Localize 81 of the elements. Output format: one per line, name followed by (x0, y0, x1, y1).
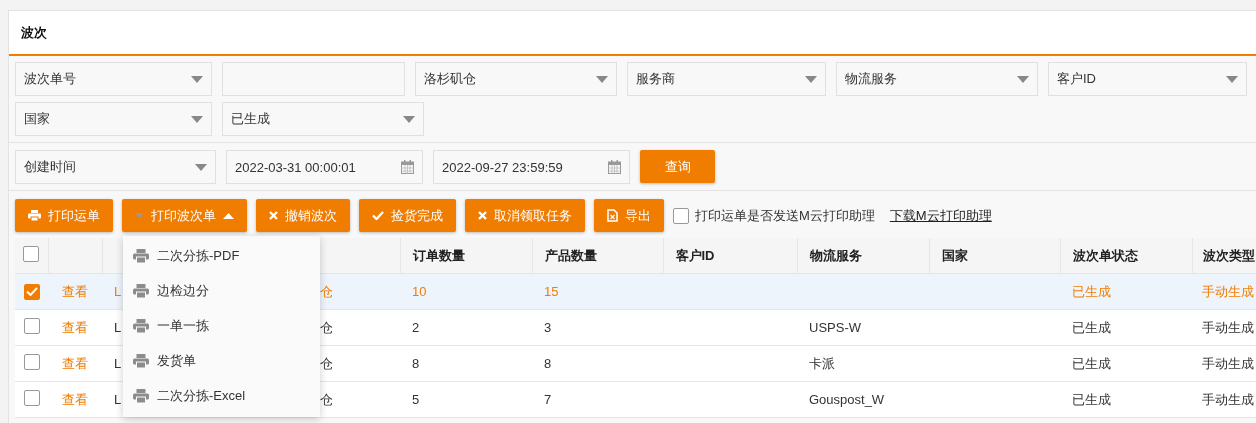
table-cell: 仓 (320, 283, 333, 299)
date-field[interactable]: 2022-03-31 00:00:01 (226, 150, 423, 184)
table-cell: L (114, 392, 122, 407)
printer-icon (28, 210, 41, 221)
row-checkbox[interactable] (23, 283, 40, 300)
row-checkbox[interactable] (23, 318, 40, 334)
column-header: 订单数量 (412, 247, 465, 263)
table-cell: 仓 (320, 391, 333, 407)
column-header: 客户ID (675, 247, 715, 263)
menu-item[interactable]: 边检边分 (123, 273, 320, 308)
text-field[interactable] (222, 62, 405, 96)
select-field[interactable]: 客户ID (1048, 62, 1247, 96)
select-field[interactable]: 波次单号 (15, 62, 212, 96)
check-icon (372, 211, 384, 220)
row-checkbox[interactable] (23, 390, 40, 406)
column-header: 物流服务 (809, 247, 862, 263)
table-cell: 10 (412, 284, 427, 299)
select-field[interactable]: 已生成 (222, 102, 424, 136)
calendar-icon (401, 160, 414, 174)
menu-item[interactable]: 二次分拣-PDF (123, 238, 320, 273)
caret-down-icon (135, 213, 144, 218)
printer-icon (133, 283, 149, 298)
table-cell: 卡派 (809, 355, 835, 371)
table-cell: 手动生成 (1202, 391, 1254, 407)
table-cell: 5 (412, 392, 420, 407)
table-cell: 已生成 (1072, 391, 1111, 407)
menu-item[interactable]: 一单一拣 (123, 308, 320, 343)
table-cell: 手动生成 (1202, 283, 1254, 299)
table-cell: L (114, 320, 122, 335)
table-cell: Gouspost_W (809, 392, 885, 407)
table-cell: 3 (544, 320, 552, 335)
table-cell: 2 (412, 320, 420, 335)
dropdown-arrow-icon (191, 75, 203, 83)
calendar-icon (608, 160, 621, 174)
column-header: 波次单状态 (1072, 247, 1138, 263)
table-cell: 仓 (320, 355, 333, 371)
table-cell: 仓 (320, 319, 333, 335)
row-checkbox[interactable] (23, 354, 40, 370)
table-cell: 手动生成 (1202, 319, 1254, 335)
table-cell: USPS-W (809, 320, 861, 335)
table-cell: 8 (544, 356, 552, 371)
table-cell: 8 (412, 356, 420, 371)
table-cell: 7 (544, 392, 552, 407)
panel-title: 波次 (21, 23, 47, 42)
close-icon (478, 211, 487, 220)
column-header: 国家 (941, 247, 968, 263)
printer-icon (133, 353, 149, 368)
download-link[interactable]: 下载M云打印助理 (889, 206, 992, 225)
table-cell: L (114, 356, 122, 371)
table-cell: 已生成 (1072, 319, 1111, 335)
column-header: 波次类型 (1202, 247, 1255, 263)
table-cell: L (114, 284, 122, 299)
dropdown-arrow-icon (195, 163, 207, 171)
table-cell: 15 (544, 284, 559, 299)
select-field[interactable]: 洛杉矶仓 (415, 62, 617, 96)
column-header: 产品数量 (544, 247, 597, 263)
table-cell: 手动生成 (1202, 355, 1254, 371)
printer-icon (133, 318, 149, 333)
select-field[interactable]: 物流服务 (836, 62, 1038, 96)
dropdown-arrow-icon (1226, 75, 1238, 83)
select-field[interactable]: 创建时间 (15, 150, 216, 184)
printer-icon (133, 388, 149, 403)
select-all-checkbox[interactable] (23, 246, 40, 262)
dropdown-arrow-icon (191, 115, 203, 123)
close-icon (269, 211, 278, 220)
menu-item[interactable]: 二次分拣-Excel (123, 378, 320, 413)
document-icon (607, 209, 618, 222)
printer-icon (133, 248, 149, 263)
table-cell: 已生成 (1072, 355, 1111, 371)
caret-up-icon (223, 212, 234, 219)
menu-item[interactable]: 发货单 (123, 343, 320, 378)
checkbox[interactable] (673, 207, 689, 224)
table-cell: 已生成 (1072, 283, 1111, 299)
date-field[interactable]: 2022-09-27 23:59:59 (433, 150, 630, 184)
dropdown-arrow-icon (596, 75, 608, 83)
checkbox-label: 打印运单是否发送M云打印助理 (695, 206, 875, 225)
select-field[interactable]: 服务商 (627, 62, 826, 96)
select-field[interactable]: 国家 (15, 102, 212, 136)
dropdown-arrow-icon (403, 115, 415, 123)
dropdown-arrow-icon (1017, 75, 1029, 83)
dropdown-arrow-icon (805, 75, 817, 83)
